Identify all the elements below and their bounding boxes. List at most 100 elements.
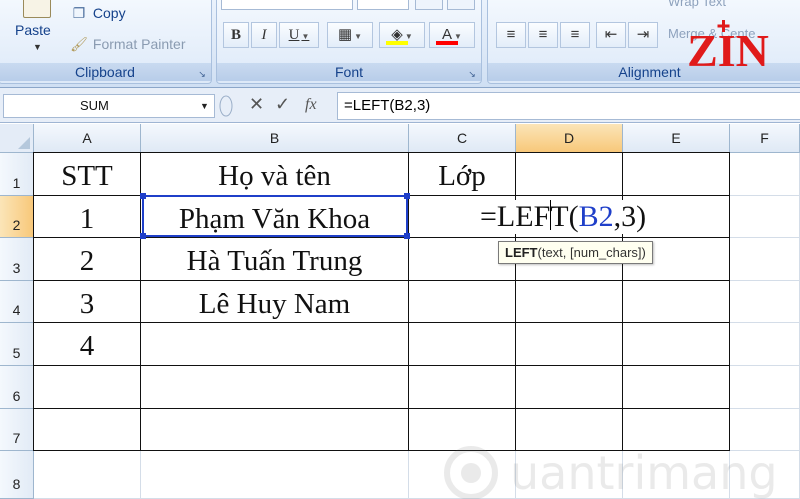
cell-a5[interactable]: 4	[33, 323, 141, 366]
borders-button[interactable]: ▦ ▼	[327, 22, 373, 48]
cell-f5[interactable]	[730, 323, 800, 366]
bold-button[interactable]: B	[223, 22, 249, 48]
underline-button[interactable]: U ▼	[279, 22, 319, 48]
column-header-e[interactable]: E	[623, 124, 730, 153]
cell-d4[interactable]	[516, 281, 623, 323]
formula-prefix: =LEF	[480, 200, 551, 233]
cell-a7[interactable]	[33, 409, 141, 451]
cell-b4[interactable]: Lê Huy Nam	[141, 281, 409, 323]
clipboard-group-label: Clipboard	[0, 63, 211, 81]
cell-c1[interactable]: Lớp	[409, 152, 516, 196]
wrap-text-button[interactable]: Wrap Text	[668, 0, 726, 9]
increase-indent-button[interactable]: ⇥	[628, 22, 658, 48]
dialog-launcher-icon[interactable]: ↘	[197, 69, 207, 79]
row-header-2[interactable]: 2	[0, 196, 34, 238]
cell-b8[interactable]	[141, 451, 409, 499]
column-header-f[interactable]: F	[730, 124, 800, 153]
name-box[interactable]: SUM	[3, 94, 215, 118]
cell-b1[interactable]: Họ và tên	[141, 152, 409, 196]
align-center-button[interactable]: ≡	[528, 22, 558, 48]
cell-f4[interactable]	[730, 281, 800, 323]
font-name-select[interactable]	[221, 0, 353, 10]
tooltip-function-name[interactable]: LEFT	[505, 245, 538, 260]
grow-font-button[interactable]	[415, 0, 443, 10]
cell-c5[interactable]	[409, 323, 516, 366]
cell-c4[interactable]	[409, 281, 516, 323]
fill-color-button[interactable]: ◈ ▼	[379, 22, 425, 48]
align-left-icon: ≡	[506, 26, 516, 43]
dialog-launcher-icon[interactable]: ↘	[467, 69, 477, 79]
italic-button[interactable]: I	[251, 22, 277, 48]
watermark: uantrimang	[440, 442, 780, 499]
decrease-indent-button[interactable]: ⇤	[596, 22, 626, 48]
cell-f2[interactable]	[730, 196, 800, 238]
cell-f3[interactable]	[730, 238, 800, 281]
row-header-7[interactable]: 7	[0, 409, 34, 451]
row-header-1[interactable]: 1	[0, 153, 34, 196]
column-header-a[interactable]: A	[34, 124, 141, 153]
chevron-down-icon[interactable]: ▼	[200, 94, 209, 118]
resize-handle-icon[interactable]	[219, 93, 233, 119]
paste-button[interactable]: Paste ▼	[9, 0, 63, 60]
cell-e4[interactable]	[623, 281, 730, 323]
cell-b5[interactable]	[141, 323, 409, 366]
range-handle[interactable]	[140, 233, 146, 239]
outdent-icon: ⇤	[604, 26, 618, 43]
cell-a6[interactable]	[33, 366, 141, 409]
function-tooltip: LEFT(text, [num_chars])	[498, 241, 653, 264]
cell-d5[interactable]	[516, 323, 623, 366]
format-painter-label: Format Painter	[92, 36, 186, 52]
select-all-button[interactable]	[0, 124, 34, 153]
enter-button[interactable]: ✓	[275, 94, 290, 115]
watermark-logo-icon	[444, 446, 498, 499]
cell-a4[interactable]: 3	[33, 281, 141, 323]
range-handle[interactable]	[404, 193, 410, 199]
fill-color-swatch	[386, 41, 408, 45]
in-cell-editor[interactable]: =LEFT(B2,3)	[478, 200, 649, 234]
column-header-b[interactable]: B	[141, 124, 409, 153]
formula-mid: T(	[550, 200, 579, 233]
align-right-icon: ≡	[570, 26, 580, 43]
column-header-c[interactable]: C	[409, 124, 516, 153]
row-header-4[interactable]: 4	[0, 281, 34, 323]
row-header-6[interactable]: 6	[0, 366, 34, 409]
watermark-text: uantrimang	[510, 446, 778, 499]
cell-e5[interactable]	[623, 323, 730, 366]
column-header-d[interactable]: D	[516, 124, 623, 153]
row-header-5[interactable]: 5	[0, 323, 34, 366]
formula-buttons: ✕ ✓ fx	[219, 93, 337, 119]
align-right-button[interactable]: ≡	[560, 22, 590, 48]
cell-e1[interactable]	[623, 152, 730, 196]
select-all-icon	[18, 137, 30, 149]
cell-b3[interactable]: Hà Tuấn Trung	[141, 238, 409, 281]
row-header-8[interactable]: 8	[0, 451, 34, 499]
chevron-down-icon: ▼	[404, 32, 413, 41]
row-header-3[interactable]: 3	[0, 238, 34, 281]
cell-a1[interactable]: STT	[33, 152, 141, 196]
cell-b7[interactable]	[141, 409, 409, 451]
range-handle[interactable]	[404, 233, 410, 239]
cell-f1[interactable]	[730, 153, 800, 196]
cell-a3[interactable]: 2	[33, 238, 141, 281]
copy-button[interactable]: ❐ Copy	[69, 5, 126, 22]
cell-c6[interactable]	[409, 366, 516, 409]
cell-f6[interactable]	[730, 366, 800, 409]
font-size-select[interactable]	[357, 0, 409, 10]
underline-label: U	[288, 27, 300, 43]
formula-input[interactable]: =LEFT(B2,3)	[337, 92, 800, 120]
font-color-button[interactable]: A ▼	[429, 22, 475, 48]
cell-e6[interactable]	[623, 366, 730, 409]
insert-function-button[interactable]: fx	[305, 96, 317, 114]
cell-d6[interactable]	[516, 366, 623, 409]
cell-d1[interactable]	[516, 152, 623, 196]
shrink-font-button[interactable]	[447, 0, 475, 10]
worksheet-grid[interactable]: A B C D E F 1 2 3 4 5 6 7 8 STT Họ và tên…	[0, 124, 800, 499]
cell-a2[interactable]: 1	[33, 196, 141, 238]
range-handle[interactable]	[140, 193, 146, 199]
cell-a8[interactable]	[34, 451, 141, 499]
align-left-button[interactable]: ≡	[496, 22, 526, 48]
format-painter-button[interactable]: 🖌 Format Painter	[69, 36, 185, 53]
cell-b6[interactable]	[141, 366, 409, 409]
reference-range-highlight	[140, 193, 410, 239]
cancel-button[interactable]: ✕	[249, 94, 264, 115]
